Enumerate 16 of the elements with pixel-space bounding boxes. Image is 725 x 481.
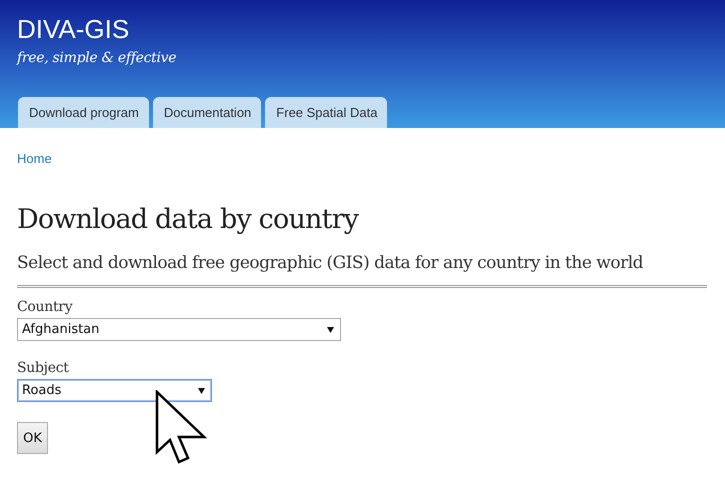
home-link[interactable]: Home: [17, 151, 52, 166]
dropdown-arrow-icon: [327, 326, 334, 332]
nav-tab[interactable]: Documentation: [152, 97, 262, 128]
mouse-pointer-icon: [155, 390, 207, 466]
field-label: Subject: [17, 360, 69, 376]
page-heading: Download data by country: [17, 204, 358, 235]
page-subtitle: Select and download free geographic (GIS) data for any country in the world: [17, 253, 644, 273]
dropdown-field[interactable]: Afghanistan: [17, 318, 341, 341]
ok-button[interactable]: OK: [17, 422, 48, 454]
dropdown-arrow-icon: [198, 388, 205, 394]
nav-tab[interactable]: Download program: [18, 97, 149, 128]
site-tagline: free, simple & effective: [17, 50, 176, 66]
dropdown-field[interactable]: Roads: [17, 379, 212, 402]
nav-tab[interactable]: Free Spatial Data: [265, 97, 388, 128]
field-label: Country: [17, 299, 72, 315]
site-title[interactable]: DIVA-GIS: [17, 14, 130, 44]
